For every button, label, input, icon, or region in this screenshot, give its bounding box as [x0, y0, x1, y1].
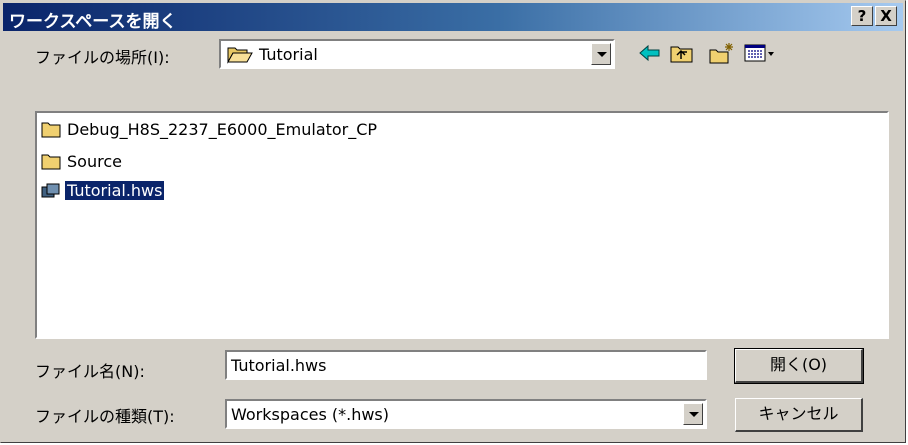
lookin-combo[interactable]: Tutorial: [219, 39, 615, 69]
folder-icon: [41, 154, 61, 170]
help-button[interactable]: ?: [851, 6, 873, 26]
title-bar[interactable]: ワークスペースを開く ? X: [3, 3, 903, 32]
filetype-dropdown-button[interactable]: [683, 403, 703, 425]
lookin-dropdown-button[interactable]: [591, 43, 611, 65]
folder-icon: [41, 122, 61, 138]
file-name: Source: [67, 152, 122, 171]
file-list[interactable]: Debug_H8S_2237_E6000_Emulator_CP Source …: [35, 111, 889, 339]
file-name: Debug_H8S_2237_E6000_Emulator_CP: [67, 120, 378, 139]
lookin-value: Tutorial: [259, 45, 318, 64]
workspace-file-icon: [41, 183, 60, 198]
filename-input[interactable]: Tutorial.hws: [225, 350, 707, 380]
filetype-select[interactable]: Workspaces (*.hws): [225, 399, 707, 429]
file-name: Tutorial.hws: [63, 180, 166, 201]
open-button[interactable]: 開く(O): [734, 348, 864, 384]
view-menu-icon[interactable]: [743, 41, 779, 65]
window-title: ワークスペースを開く: [9, 12, 177, 32]
back-icon[interactable]: [637, 41, 663, 65]
cancel-button[interactable]: キャンセル: [735, 398, 863, 432]
filename-label: ファイル名(N):: [35, 362, 145, 381]
close-button[interactable]: X: [875, 6, 897, 26]
open-workspace-dialog: ワークスペースを開く ? X ファイルの場所(I): Tutorial Debu…: [0, 0, 906, 443]
lookin-label: ファイルの場所(I):: [35, 48, 170, 67]
open-folder-icon: [227, 47, 253, 64]
new-folder-icon[interactable]: [709, 41, 735, 65]
filetype-value: Workspaces (*.hws): [231, 405, 390, 424]
filetype-label: ファイルの種類(T):: [35, 407, 175, 426]
up-folder-icon[interactable]: [669, 41, 695, 65]
filename-value: Tutorial.hws: [231, 356, 327, 375]
